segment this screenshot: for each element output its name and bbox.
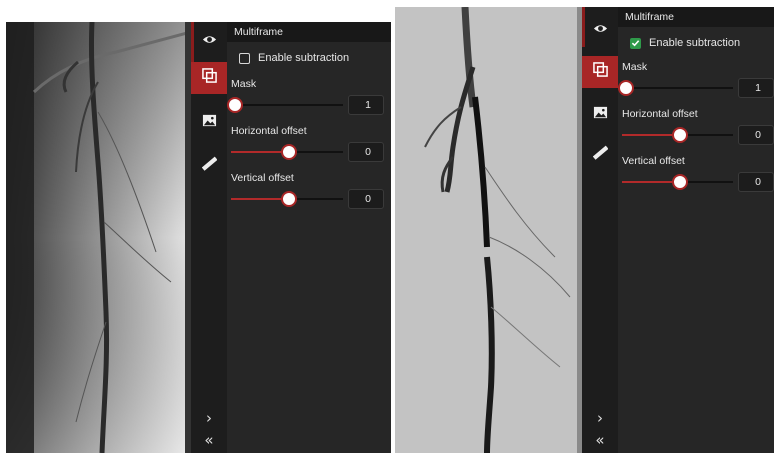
horizontal-offset-slider[interactable] (231, 141, 343, 163)
slider-fill (231, 198, 287, 200)
mask-value-input[interactable]: 1 (348, 95, 384, 115)
slider-fill (231, 151, 287, 153)
vertical-offset-slider[interactable] (231, 188, 343, 210)
mask-value-input[interactable]: 1 (738, 78, 774, 98)
view-tool-button[interactable] (582, 15, 618, 47)
layers-icon (592, 62, 608, 82)
mask-slider[interactable] (618, 77, 734, 99)
multiframe-panel: Multiframe Enable subtraction Mask 1 Hor… (618, 7, 774, 453)
collapse-button[interactable]: « (582, 429, 618, 451)
eye-icon (593, 21, 608, 41)
multiframe-tool-button[interactable] (582, 56, 618, 88)
view-tool-button[interactable] (191, 26, 227, 58)
collapse-button[interactable]: « (191, 429, 227, 451)
image-tool-button[interactable] (582, 99, 618, 131)
vertical-offset-value-input[interactable]: 0 (348, 189, 384, 209)
multiframe-tool-button[interactable] (191, 62, 227, 94)
horizontal-offset-label: Horizontal offset (231, 125, 307, 137)
chevron-right-icon: › (206, 408, 212, 427)
checkmark-icon (631, 40, 640, 47)
subtraction-checkbox[interactable] (239, 52, 250, 64)
image-icon (202, 113, 217, 133)
subtraction-checkbox[interactable] (630, 37, 641, 49)
eye-icon (202, 32, 217, 52)
vertical-offset-label: Vertical offset (231, 172, 294, 184)
measure-tool-button[interactable] (582, 139, 618, 171)
panel-title: Multiframe (227, 22, 391, 42)
expand-button[interactable]: › (191, 407, 227, 429)
slider-thumb[interactable] (281, 191, 297, 207)
enable-subtraction-toggle[interactable]: Enable subtraction (239, 52, 391, 64)
vertical-offset-value-input[interactable]: 0 (738, 172, 774, 192)
tool-rail: › « (191, 22, 227, 453)
measure-tool-button[interactable] (191, 150, 227, 182)
ruler-icon (201, 156, 217, 176)
tool-rail: › « (582, 7, 618, 453)
xray-viewport[interactable] (6, 22, 191, 453)
double-chevron-left-icon: « (595, 430, 605, 449)
mask-label: Mask (622, 61, 648, 73)
slider-fill (622, 181, 678, 183)
vertical-offset-label: Vertical offset (622, 155, 685, 167)
angiogram-image (6, 22, 191, 453)
slider-thumb[interactable] (671, 127, 688, 143)
double-chevron-left-icon: « (204, 430, 214, 449)
slider-thumb[interactable] (671, 174, 688, 190)
xray-viewport[interactable] (395, 7, 582, 453)
multiframe-panel: Multiframe Enable subtraction Mask 1 Hor… (227, 22, 391, 453)
slider-thumb[interactable] (227, 97, 244, 113)
ruler-icon (592, 145, 608, 165)
slider-thumb[interactable] (618, 80, 635, 96)
subtracted-angiogram-image (395, 7, 582, 453)
layers-icon (201, 68, 217, 88)
horizontal-offset-value-input[interactable]: 0 (738, 125, 774, 145)
right-screenshot: › « Multiframe Enable subtraction Mask 1… (395, 7, 774, 453)
horizontal-offset-value-input[interactable]: 0 (348, 142, 384, 162)
subtraction-label: Enable subtraction (258, 52, 350, 64)
horizontal-offset-label: Horizontal offset (622, 108, 698, 120)
mask-slider[interactable] (227, 94, 343, 116)
chevron-right-icon: › (597, 408, 603, 427)
left-screenshot: › « Multiframe Enable subtraction Mask 1… (6, 22, 391, 453)
expand-button[interactable]: › (582, 407, 618, 429)
slider-thumb[interactable] (281, 144, 297, 160)
mask-label: Mask (231, 78, 257, 90)
slider-fill (622, 134, 678, 136)
horizontal-offset-slider[interactable] (622, 124, 734, 146)
enable-subtraction-toggle[interactable]: Enable subtraction (630, 37, 774, 49)
panel-title: Multiframe (618, 7, 774, 27)
vertical-offset-slider[interactable] (622, 171, 734, 193)
image-icon (593, 105, 608, 125)
subtraction-label: Enable subtraction (649, 37, 741, 49)
image-tool-button[interactable] (191, 107, 227, 139)
